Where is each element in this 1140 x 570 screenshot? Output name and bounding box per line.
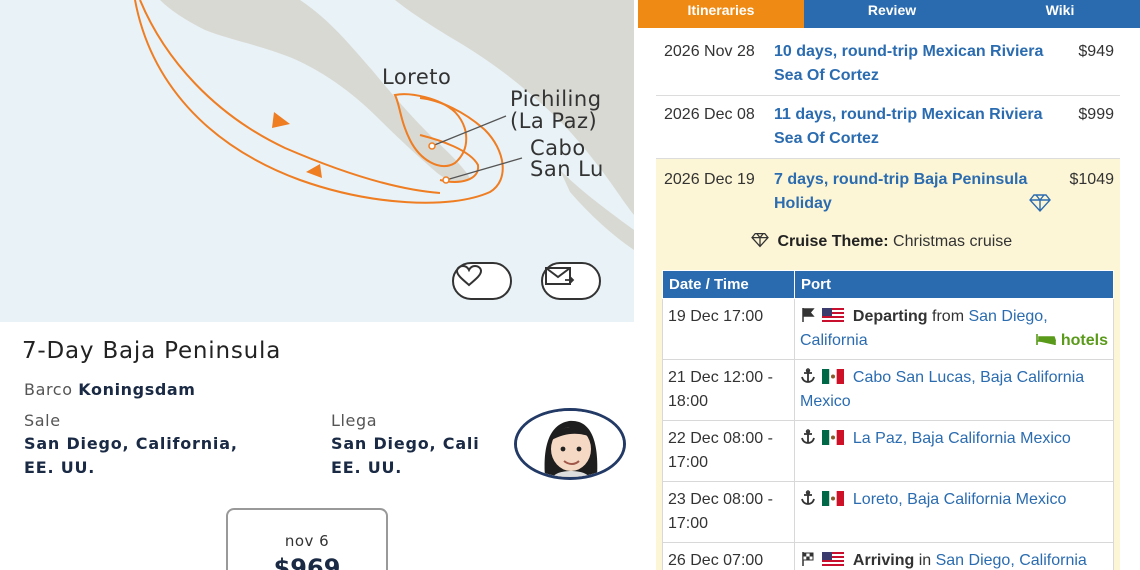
us-flag-icon [822, 308, 845, 323]
ship-line: Barco Koningsdam [24, 380, 196, 399]
hotels-label: hotels [1060, 332, 1108, 349]
port-time: 19 Dec 17:00 [662, 298, 795, 360]
departs-port: San Diego, California, EE. UU. [24, 432, 238, 480]
arrives-port-line1: San Diego, Cali [331, 434, 480, 453]
anchor-icon [801, 490, 815, 505]
cruise-date: 2026 Nov 28 [664, 43, 755, 60]
port-link[interactable]: San Diego, California [936, 552, 1087, 569]
port-time: 21 Dec 12:00 - 18:00 [662, 359, 795, 421]
cruise-title-link[interactable]: 10 days, round-trip Mexican Riviera Sea … [774, 40, 1044, 88]
port-cell: La Paz, Baja California Mexico [794, 420, 1114, 482]
ship-name[interactable]: Koningsdam [78, 380, 195, 399]
mexico-flag-icon [822, 430, 845, 445]
port-time: 23 Dec 08:00 - 17:00 [662, 481, 795, 543]
ship-label: Barco [24, 380, 73, 399]
cruise-title-link[interactable]: 11 days, round-trip Mexican Riviera Sea … [774, 103, 1044, 151]
tab-itineraries[interactable]: Itineraries [638, 0, 804, 28]
port-link[interactable]: La Paz, Baja California Mexico [853, 430, 1071, 447]
ports-table: Date / Time Port 19 Dec 17:00 Departing … [662, 270, 1114, 570]
hotels-link[interactable]: hotels [1036, 329, 1108, 353]
cruise-price: $949 [1078, 43, 1114, 60]
theme-label: Cruise Theme: [777, 233, 889, 250]
port-action: Departing [852, 308, 928, 325]
assistant-avatar[interactable] [514, 408, 626, 480]
departs-label: Sale [24, 411, 61, 430]
port-action: Arriving [852, 552, 915, 569]
diamond-icon [751, 232, 769, 248]
theme-value: Christmas cruise [893, 233, 1013, 250]
route-map[interactable]: Loreto Pichiling (La Paz) Cabo San Lu [0, 0, 634, 322]
price-card[interactable]: nov 6 $969 [226, 508, 388, 570]
cruise-theme: Cruise Theme: Christmas cruise [750, 232, 1012, 251]
anchor-icon [801, 429, 815, 444]
mexico-flag-icon [822, 491, 845, 506]
map-label-loreto: Loreto [382, 65, 452, 89]
ports-table-header: Date / Time Port [662, 270, 1114, 299]
port-row: 26 Dec 07:00 Arriving in San Diego, Cali… [662, 542, 1114, 570]
share-mail-icon [545, 267, 575, 285]
port-cell: Departing from San Diego, California hot… [794, 298, 1114, 360]
port-time: 22 Dec 08:00 - 17:00 [662, 420, 795, 482]
departs-port-line1: San Diego, California, [24, 434, 238, 453]
port-prep: in [918, 552, 932, 569]
arrives-port: San Diego, Cali EE. UU. [331, 432, 480, 480]
cruise-price: $999 [1078, 106, 1114, 123]
port-row: 23 Dec 08:00 - 17:00 Loreto, Baja Califo… [662, 481, 1114, 543]
map-label-pichilingue: Pichiling [510, 87, 602, 111]
cruise-title-link[interactable]: 7 days, round-trip Baja Peninsula Holida… [774, 168, 1044, 216]
anchor-icon [801, 368, 815, 383]
cruise-info: 7-Day Baja Peninsula Barco Koningsdam Sa… [0, 322, 634, 570]
arrives-label: Llega [331, 411, 378, 430]
port-link[interactable]: Loreto, Baja California Mexico [853, 491, 1066, 508]
diamond-icon [1029, 194, 1051, 213]
cruise-title: 7-Day Baja Peninsula [22, 338, 282, 364]
cruise-date: 2026 Dec 08 [664, 106, 755, 123]
bed-icon [1036, 334, 1057, 345]
cruise-date: 2026 Dec 19 [664, 171, 755, 188]
map-label-san-lucas: San Lu [530, 157, 604, 181]
checkered-flag-icon [802, 552, 814, 566]
departs-port-line2: EE. UU. [24, 458, 96, 477]
cruise-row[interactable]: 2026 Nov 28 10 days, round-trip Mexican … [656, 38, 1120, 96]
map-label-cabo: Cabo [530, 136, 586, 160]
itinerary-panel: Itineraries Review Wiki 2026 Nov 28 10 d… [638, 0, 1140, 570]
arrives-port-line2: EE. UU. [331, 458, 403, 477]
favorite-button[interactable] [452, 262, 512, 300]
price-card-price: $969 [273, 554, 341, 570]
port-row: 22 Dec 08:00 - 17:00 La Paz, Baja Califo… [662, 420, 1114, 482]
flag-icon [802, 308, 815, 322]
port-cell: Cabo San Lucas, Baja California Mexico [794, 359, 1114, 421]
mexico-flag-icon [822, 369, 845, 384]
tab-review[interactable]: Review [804, 0, 980, 28]
cruise-detail-panel: Loreto Pichiling (La Paz) Cabo San Lu 7-… [0, 0, 634, 570]
cruise-price: $1049 [1069, 171, 1115, 188]
tab-bar: Itineraries Review Wiki [638, 0, 1140, 28]
tab-wiki[interactable]: Wiki [980, 0, 1140, 28]
price-card-date: nov 6 [284, 532, 330, 550]
avatar-portrait-icon [517, 411, 623, 477]
port-row: 19 Dec 17:00 Departing from San Diego, C… [662, 298, 1114, 360]
col-header-date-time: Date / Time [662, 270, 795, 299]
col-header-port: Port [794, 270, 1114, 299]
us-flag-icon [822, 552, 845, 567]
cruise-row[interactable]: 2026 Dec 08 11 days, round-trip Mexican … [656, 97, 1120, 159]
port-prep: from [932, 308, 965, 325]
port-cell: Arriving in San Diego, California [794, 542, 1114, 570]
port-row: 21 Dec 12:00 - 18:00 Cabo San Lucas, Baj… [662, 359, 1114, 421]
share-button[interactable] [541, 262, 601, 300]
heart-icon [455, 264, 483, 287]
map-label-la-paz: (La Paz) [510, 109, 598, 133]
port-time: 26 Dec 07:00 [662, 542, 795, 570]
port-cell: Loreto, Baja California Mexico [794, 481, 1114, 543]
